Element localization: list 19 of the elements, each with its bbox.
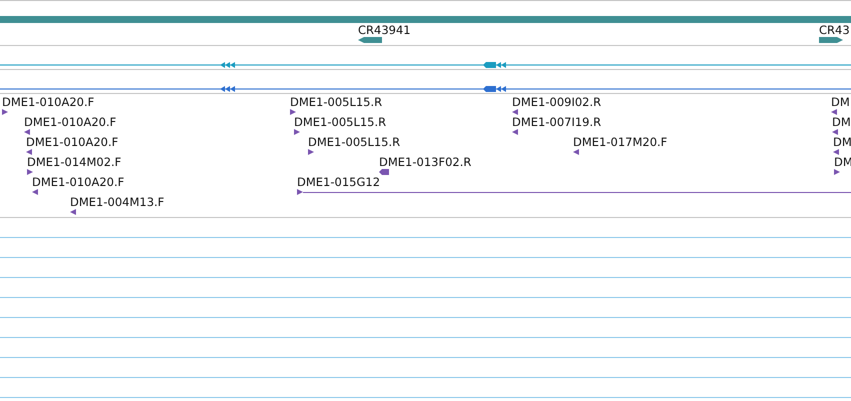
feature-label: DM (832, 115, 851, 129)
feature-label: DM (831, 95, 850, 109)
feature-label: DME1-015G12 (297, 175, 380, 189)
feature-label: DME1-005L15.R (308, 135, 400, 149)
gene-label: CR43941 (358, 23, 411, 37)
feature-label: DME1-005L15.R (294, 115, 386, 129)
feature-label: DME1-005L15.R (290, 95, 382, 109)
feature-label: DME1-010A20.F (2, 95, 94, 109)
feature-label: DME1-010A20.F (24, 115, 116, 129)
feature-label: DME1-010A20.F (26, 135, 118, 149)
feature-label: DME1-017M20.F (573, 135, 668, 149)
feature-label: DME1-004M13.F (70, 195, 164, 209)
feature-label: DM (833, 135, 851, 149)
feature-label: DME1-007I19.R (512, 115, 602, 129)
feature-label: DME1-013F02.R (379, 155, 472, 169)
feature-label: DME1-014M02.F (27, 155, 122, 169)
gene-label: CR43 (819, 23, 850, 37)
feature-label: DME1-009I02.R (512, 95, 602, 109)
feature-label: DME1-010A20.F (32, 175, 124, 189)
